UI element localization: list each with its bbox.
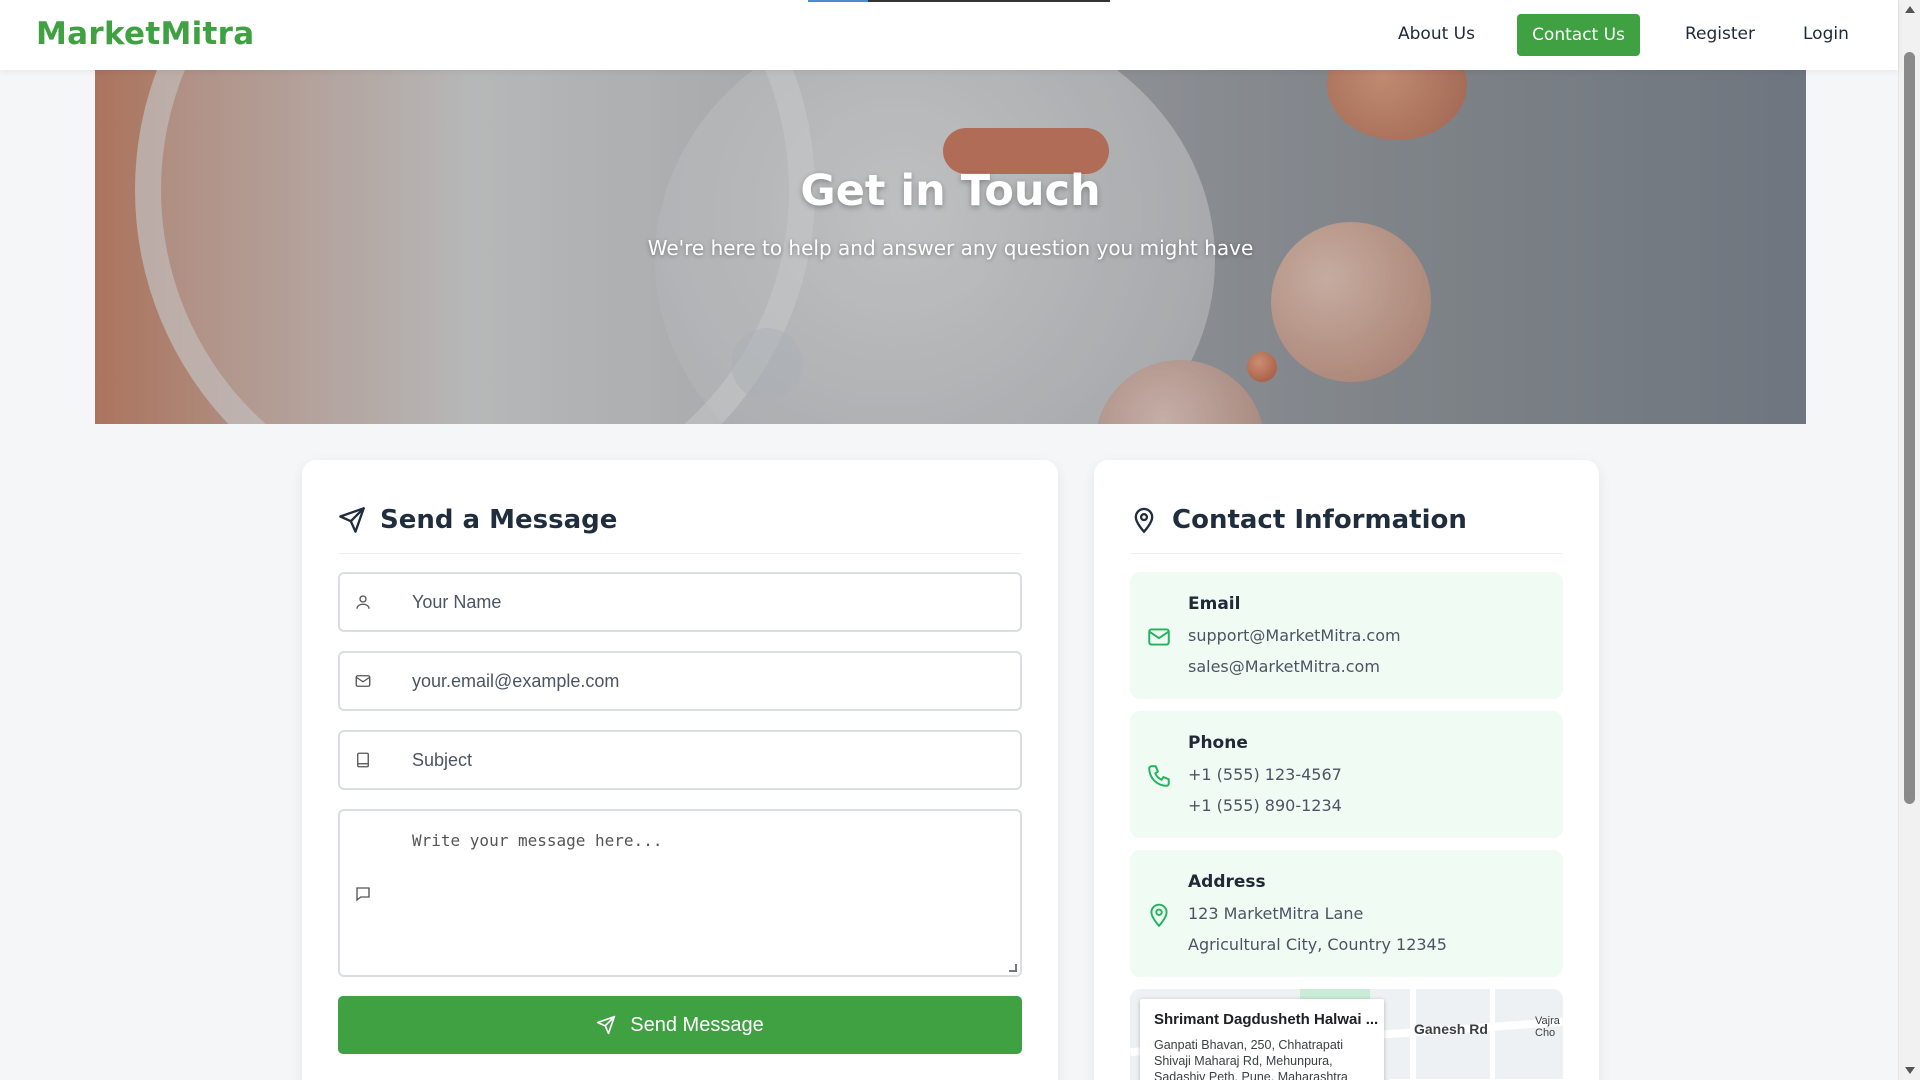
message-placeholder: Write your message here... [412, 831, 663, 850]
email-field[interactable]: your.email@example.com [338, 651, 1022, 711]
chat-bubble-icon [356, 887, 370, 902]
send-message-button[interactable]: Send Message [338, 996, 1022, 1054]
nav-about-us[interactable]: About Us [1398, 24, 1475, 44]
name-placeholder: Your Name [412, 592, 502, 612]
phone-icon [1148, 765, 1170, 787]
book-icon [357, 752, 369, 768]
email-support[interactable]: support@MarketMitra.com [1188, 626, 1401, 645]
location-pin-icon [1134, 507, 1154, 534]
send-message-label: Send Message [630, 1013, 764, 1036]
paper-plane-icon [339, 507, 365, 533]
envelope-icon [1148, 628, 1170, 646]
scrollbar-thumb[interactable] [1904, 52, 1915, 804]
message-textarea[interactable]: Write your message here... [338, 809, 1022, 977]
top-navbar: MarketMitra About Us Contact Us Register… [0, 0, 1898, 70]
paper-plane-icon [597, 1015, 616, 1035]
map-place-card[interactable]: Shrimant Dagdusheth Halwai ... Ganpati B… [1140, 999, 1384, 1080]
contact-information-card: Contact Information Email support@Market… [1094, 460, 1599, 1080]
divider [1130, 553, 1563, 554]
email-label: Email [1188, 594, 1241, 614]
envelope-icon [355, 675, 371, 687]
phone-primary[interactable]: +1 (555) 123-4567 [1188, 765, 1342, 784]
map-place-name: Shrimant Dagdusheth Halwai ... [1154, 1011, 1379, 1028]
brand-logo[interactable]: MarketMitra [36, 16, 254, 52]
hero-subtitle: We're here to help and answer any questi… [647, 236, 1254, 260]
map-place-address: Ganpati Bhavan, 250, Chhatrapati Shivaji… [1154, 1038, 1348, 1080]
hero-banner: Get in Touch We're here to help and answ… [95, 70, 1806, 424]
address-line-2: Agricultural City, Country 12345 [1188, 935, 1447, 954]
textarea-resize-handle[interactable] [1009, 964, 1017, 972]
address-line-1: 123 MarketMitra Lane [1188, 904, 1364, 923]
embedded-map[interactable]: Ganesh Rd Vajra Cho Shrimant Dagdusheth … [1130, 989, 1563, 1080]
address-label: Address [1188, 872, 1266, 892]
map-road-label: Ganesh Rd [1414, 1021, 1488, 1037]
page-scrollbar[interactable] [1898, 0, 1920, 1080]
divider [338, 553, 1022, 554]
email-sales[interactable]: sales@MarketMitra.com [1188, 657, 1380, 676]
phone-label: Phone [1188, 733, 1248, 753]
hero-title: Get in Touch [800, 166, 1101, 216]
subject-placeholder: Subject [412, 750, 473, 770]
location-pin-icon [1150, 903, 1168, 928]
email-placeholder: your.email@example.com [412, 671, 620, 691]
scroll-down-arrow-icon[interactable] [1905, 1067, 1915, 1074]
map-corner-label: Vajra Cho [1535, 1015, 1560, 1039]
contact-information-title: Contact Information [1172, 505, 1467, 535]
send-message-header: Send a Message [338, 500, 617, 540]
address-info-block: Address 123 MarketMitra Lane Agricultura… [1130, 850, 1563, 977]
send-message-title: Send a Message [380, 505, 618, 535]
phone-info-block: Phone +1 (555) 123-4567 +1 (555) 890-123… [1130, 711, 1563, 838]
nav-login[interactable]: Login [1803, 24, 1849, 44]
page-load-progress [808, 0, 1110, 2]
user-icon [356, 595, 370, 609]
map-road [1490, 989, 1495, 1080]
send-message-card: Send a Message Your Name your.email@exam… [302, 460, 1058, 1080]
contact-information-header: Contact Information [1130, 500, 1467, 540]
email-info-block: Email support@MarketMitra.com sales@Mark… [1130, 572, 1563, 699]
phone-secondary[interactable]: +1 (555) 890-1234 [1188, 796, 1342, 815]
nav-contact-us[interactable]: Contact Us [1517, 14, 1640, 56]
scroll-up-arrow-icon[interactable] [1905, 6, 1915, 13]
name-field[interactable]: Your Name [338, 572, 1022, 632]
nav-register[interactable]: Register [1685, 24, 1755, 44]
subject-field[interactable]: Subject [338, 730, 1022, 790]
